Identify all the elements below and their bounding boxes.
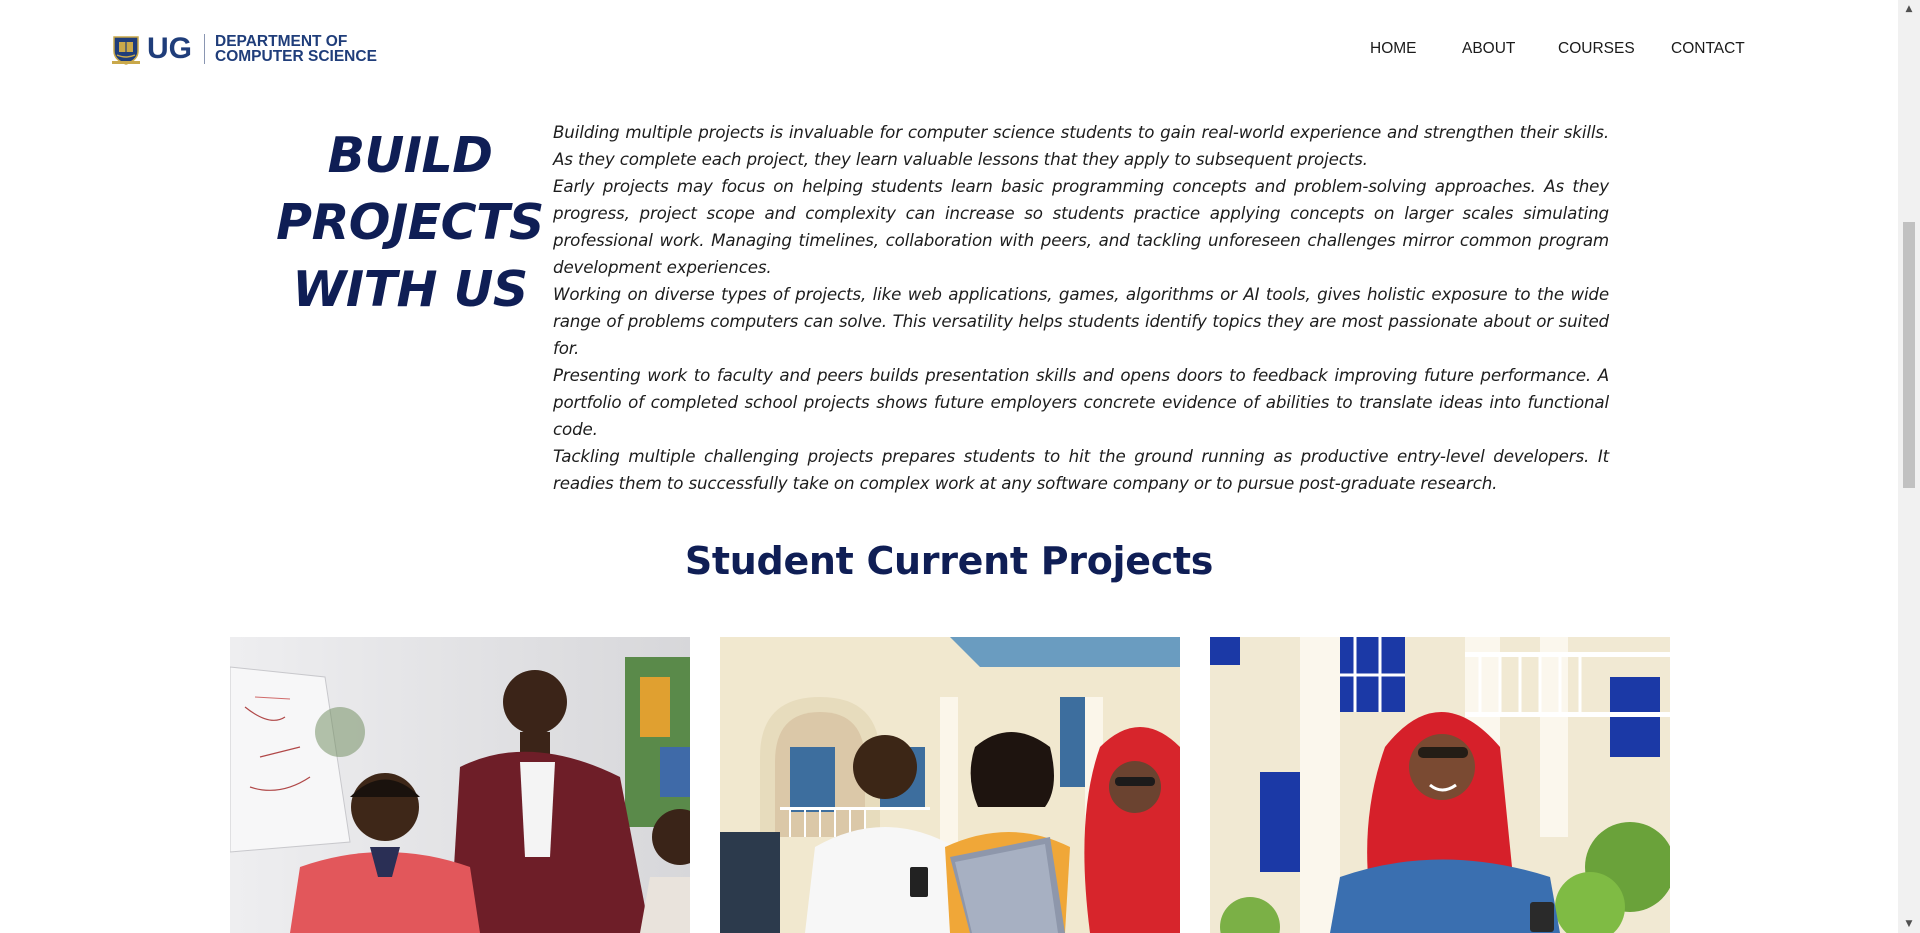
page: UG DEPARTMENT OF COMPUTER SCIENCE HOME A…: [0, 0, 1920, 933]
students-working-with-mentor-photo: [230, 637, 690, 933]
project-card-2[interactable]: [720, 637, 1180, 933]
student-projects-heading: Student Current Projects: [684, 539, 1214, 583]
intro-paragraph: Tackling multiple challenging projects p…: [553, 446, 1609, 493]
build-projects-heading: BUILD PROJECTS WITH US: [268, 122, 552, 323]
students-with-laptop-outdoors-photo: [720, 637, 1180, 933]
page-scrollbar[interactable]: ▲ ▼: [1898, 0, 1920, 933]
site-header: UG DEPARTMENT OF COMPUTER SCIENCE HOME A…: [0, 0, 1898, 90]
heading-line-1: BUILD: [327, 127, 493, 184]
project-card-1[interactable]: [230, 637, 690, 933]
intro-paragraph: Early projects may focus on helping stud…: [553, 176, 1609, 277]
project-card-3[interactable]: [1210, 637, 1670, 933]
scroll-down-arrow-icon[interactable]: ▼: [1898, 915, 1920, 933]
heading-line-2: PROJECTS: [276, 194, 544, 251]
nav-contact[interactable]: CONTACT: [1671, 40, 1745, 58]
heading-line-3: WITH US: [292, 261, 528, 318]
scroll-up-arrow-icon[interactable]: ▲: [1898, 0, 1920, 18]
nav-courses[interactable]: COURSES: [1558, 40, 1635, 58]
student-with-phone-outdoors-photo: [1210, 637, 1670, 933]
nav-about[interactable]: ABOUT: [1462, 40, 1515, 58]
nav-home[interactable]: HOME: [1370, 40, 1417, 58]
intro-paragraph: Presenting work to faculty and peers bui…: [553, 365, 1609, 439]
intro-paragraph: Working on diverse types of projects, li…: [553, 284, 1609, 358]
scrollbar-thumb[interactable]: [1903, 222, 1915, 488]
main-nav: HOME ABOUT COURSES CONTACT: [0, 40, 1898, 60]
intro-paragraph: Building multiple projects is invaluable…: [553, 122, 1609, 169]
intro-text: Building multiple projects is invaluable…: [553, 119, 1609, 497]
